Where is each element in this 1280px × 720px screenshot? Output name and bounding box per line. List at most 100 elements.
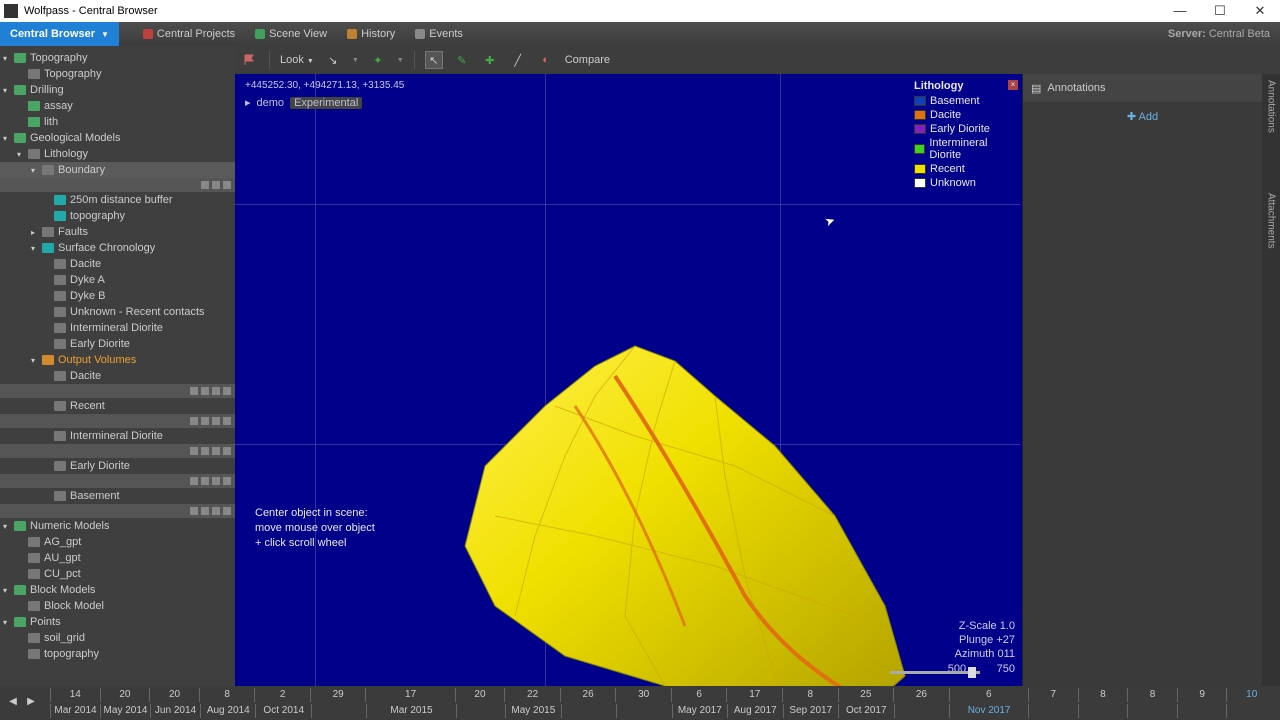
flag-tool-button[interactable] — [241, 51, 259, 69]
legend-item[interactable]: Unknown — [910, 176, 1020, 190]
timeline-month[interactable] — [1028, 704, 1078, 718]
timeline[interactable]: ◀ ▶ 14202082291720222630617825266788910 … — [0, 686, 1280, 720]
timeline-month[interactable]: Nov 2017 — [949, 704, 1028, 718]
legend-close-button[interactable]: × — [1008, 80, 1018, 90]
tree-item[interactable]: Intermineral Diorite — [70, 430, 163, 442]
timeline-day[interactable]: 30 — [615, 688, 671, 702]
timeline-day[interactable]: 8 — [1127, 688, 1177, 702]
timeline-month[interactable]: May 2017 — [672, 704, 727, 718]
select-tool-button[interactable]: ↖ — [425, 51, 443, 69]
timeline-month[interactable] — [456, 704, 506, 718]
close-button[interactable]: ✕ — [1240, 0, 1280, 22]
tree-item[interactable]: soil_grid — [44, 632, 85, 644]
lithology-legend[interactable]: × Lithology BasementDaciteEarly DioriteI… — [910, 78, 1020, 190]
timeline-month[interactable]: May 2015 — [505, 704, 560, 718]
tree-item[interactable]: Dacite — [70, 258, 101, 270]
legend-item[interactable]: Basement — [910, 94, 1020, 108]
vtab-annotations[interactable]: Annotations — [1266, 80, 1277, 133]
vtab-attachments[interactable]: Attachments — [1266, 193, 1277, 249]
tab-events[interactable]: Events — [405, 22, 473, 46]
timeline-month[interactable]: Aug 2017 — [727, 704, 782, 718]
timeline-month[interactable] — [894, 704, 949, 718]
tree-item[interactable]: Topography — [44, 68, 102, 80]
timeline-day[interactable]: 20 — [100, 688, 150, 702]
timeline-day[interactable]: 17 — [726, 688, 782, 702]
item-action-bar[interactable] — [0, 178, 235, 192]
timeline-month[interactable] — [311, 704, 366, 718]
tree-item[interactable]: Dyke A — [70, 274, 105, 286]
tree-item[interactable]: Unknown - Recent contacts — [70, 306, 205, 318]
add-annotation-button[interactable]: ✚ Add — [1023, 102, 1262, 131]
axes-tool-button[interactable]: ✦ — [369, 51, 387, 69]
tree-boundary[interactable]: Boundary — [58, 164, 105, 176]
timeline-day[interactable]: 7 — [1028, 688, 1078, 702]
tree-item[interactable]: Lithology — [44, 148, 88, 160]
timeline-month[interactable]: Oct 2014 — [255, 704, 310, 718]
tab-central-projects[interactable]: Central Projects — [133, 22, 245, 46]
legend-item[interactable]: Early Diorite — [910, 122, 1020, 136]
tree-topography[interactable]: Topography — [30, 52, 88, 64]
tree-item[interactable]: Dacite — [70, 370, 101, 382]
tree-numeric[interactable]: Numeric Models — [30, 520, 109, 532]
compare-label[interactable]: Compare — [565, 54, 610, 66]
timeline-day[interactable]: 26 — [893, 688, 949, 702]
timeline-day[interactable]: 14 — [50, 688, 100, 702]
tree-item[interactable]: AG_gpt — [44, 536, 81, 548]
timeline-day[interactable]: 17 — [365, 688, 454, 702]
3d-viewport[interactable]: Look ▼ ↘ ▼ ✦ ▼ ↖ ✎ ✚ ╱ ◐ Compare +445252… — [235, 46, 1280, 686]
timeline-prev-button[interactable]: ◀ — [6, 696, 20, 710]
timeline-month[interactable] — [1226, 704, 1276, 718]
geological-volume[interactable] — [435, 316, 915, 716]
look-dropdown[interactable]: Look ▼ — [280, 54, 314, 66]
timeline-month[interactable]: Oct 2017 — [838, 704, 893, 718]
tree-geo[interactable]: Geological Models — [30, 132, 121, 144]
timeline-month[interactable]: Mar 2015 — [366, 704, 455, 718]
timeline-day[interactable]: 8 — [782, 688, 838, 702]
legend-item[interactable]: Intermineral Diorite — [910, 136, 1020, 162]
timeline-day[interactable]: 20 — [149, 688, 199, 702]
tree-item[interactable]: Intermineral Diorite — [70, 322, 163, 334]
legend-item[interactable]: Dacite — [910, 108, 1020, 122]
tab-history[interactable]: History — [337, 22, 405, 46]
tree-item[interactable]: Dyke B — [70, 290, 105, 302]
tree-item[interactable]: Surface Chronology — [58, 242, 155, 254]
tree-block[interactable]: Block Models — [30, 584, 95, 596]
tree-item[interactable]: AU_gpt — [44, 552, 81, 564]
tree-item[interactable]: Block Model — [44, 600, 104, 612]
timeline-month[interactable]: Jun 2014 — [150, 704, 200, 718]
timeline-month[interactable] — [1177, 704, 1227, 718]
timeline-month[interactable]: Sep 2017 — [783, 704, 838, 718]
maximize-button[interactable]: ☐ — [1200, 0, 1240, 22]
timeline-day[interactable]: 6 — [671, 688, 727, 702]
tree-item[interactable]: Early Diorite — [70, 338, 130, 350]
tree-points[interactable]: Points — [30, 616, 61, 628]
tree-item[interactable]: assay — [44, 100, 73, 112]
tree-item[interactable]: topography — [70, 210, 125, 222]
project-tree[interactable]: ▾Topography Topography ▾Drilling assay l… — [0, 46, 235, 686]
tree-item[interactable]: CU_pct — [44, 568, 81, 580]
timeline-month[interactable] — [616, 704, 671, 718]
timeline-day[interactable]: 10 — [1226, 688, 1276, 702]
compare-button[interactable]: ◐ — [537, 51, 555, 69]
timeline-day[interactable]: 25 — [838, 688, 894, 702]
tree-item[interactable]: topography — [44, 648, 99, 660]
timeline-month[interactable] — [1078, 704, 1128, 718]
timeline-day[interactable]: 8 — [199, 688, 255, 702]
minimize-button[interactable]: — — [1160, 0, 1200, 22]
timeline-day[interactable]: 22 — [504, 688, 560, 702]
tab-scene-view[interactable]: Scene View — [245, 22, 337, 46]
scale-slider[interactable] — [890, 671, 980, 674]
timeline-month[interactable] — [561, 704, 616, 718]
tree-drilling[interactable]: Drilling — [30, 84, 64, 96]
tree-item[interactable]: Faults — [58, 226, 88, 238]
tree-output-volumes[interactable]: Output Volumes — [58, 354, 136, 366]
measure-tool-button[interactable]: ↘ — [324, 51, 342, 69]
timeline-day[interactable]: 20 — [455, 688, 505, 702]
tree-item[interactable]: lith — [44, 116, 58, 128]
tree-item[interactable]: Early Diorite — [70, 460, 130, 472]
timeline-month[interactable]: Aug 2014 — [200, 704, 255, 718]
timeline-day[interactable]: 29 — [310, 688, 366, 702]
main-menu-button[interactable]: Central Browser▼ — [0, 22, 119, 46]
timeline-next-button[interactable]: ▶ — [24, 696, 38, 710]
timeline-month[interactable]: May 2014 — [100, 704, 150, 718]
